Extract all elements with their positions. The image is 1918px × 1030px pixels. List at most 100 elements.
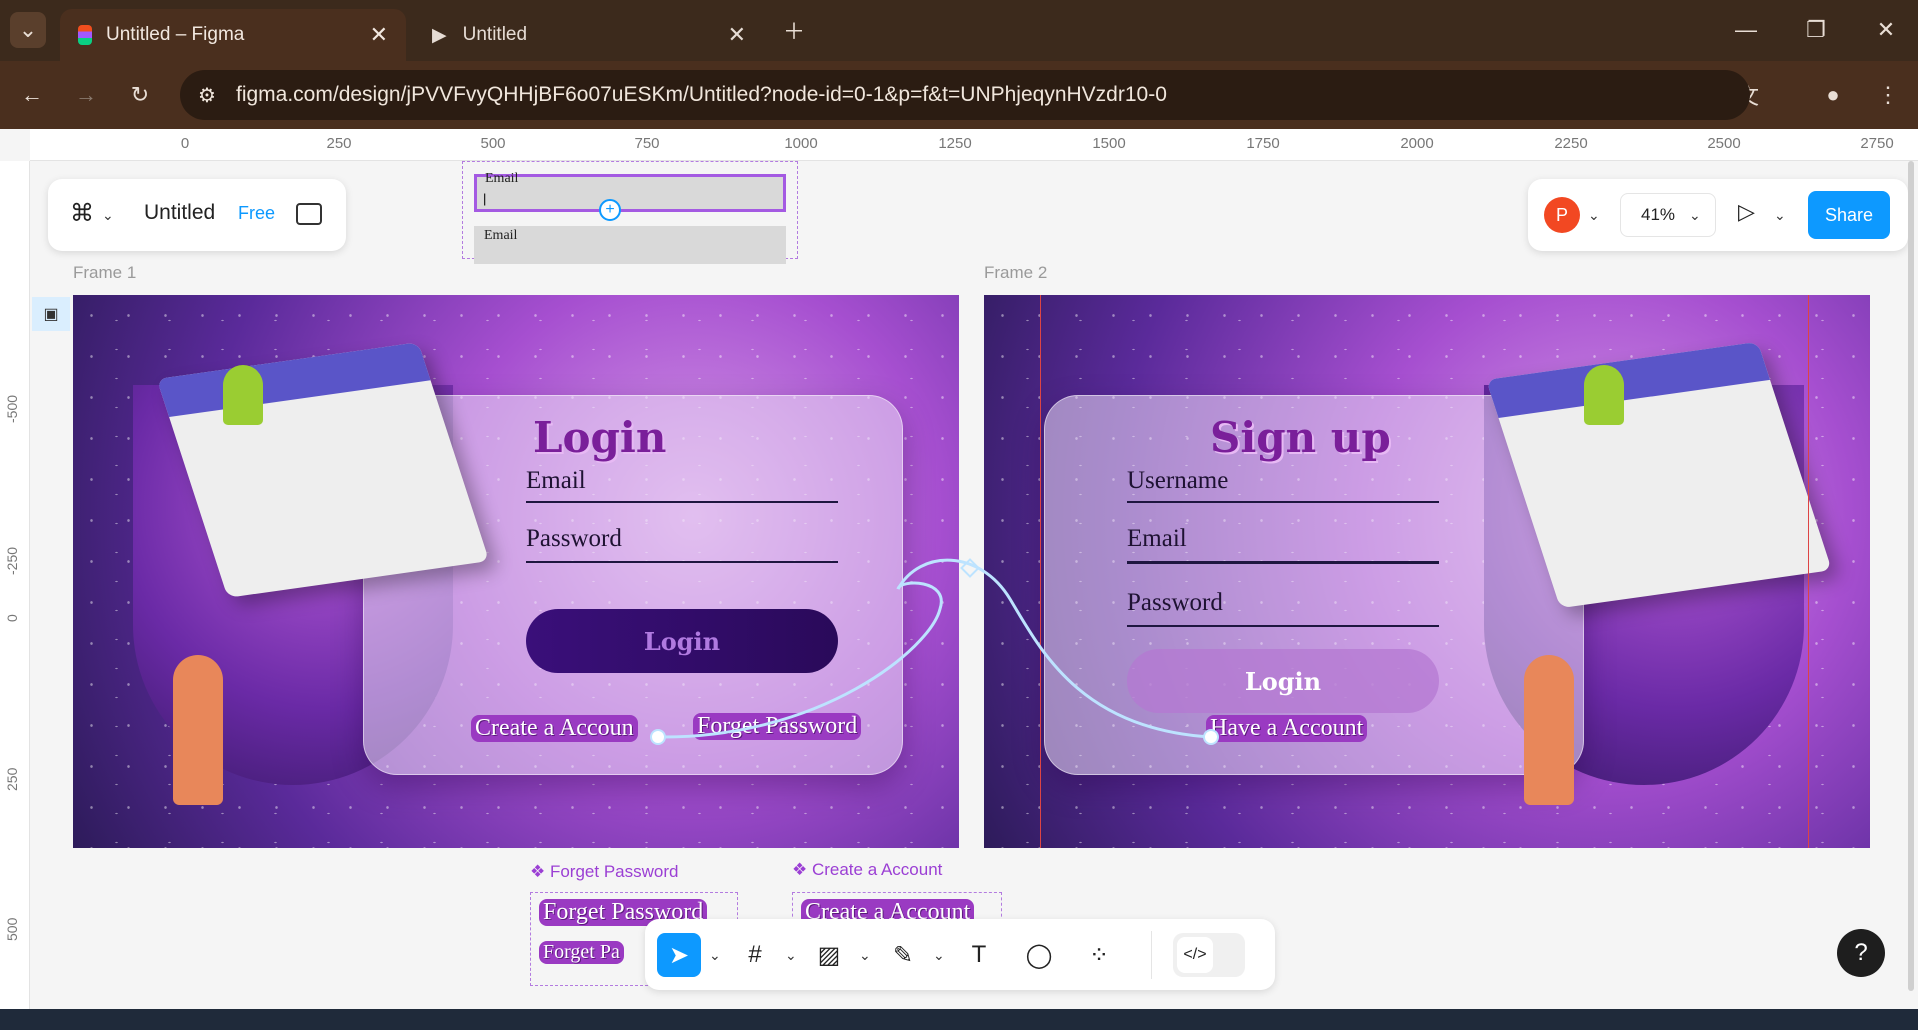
- ruler-tick: 1000: [784, 135, 818, 152]
- close-icon[interactable]: ✕: [728, 22, 746, 48]
- zoom-value: 41%: [1641, 205, 1676, 224]
- zoom-dropdown[interactable]: 41% ⌄: [1620, 193, 1716, 237]
- restore-icon[interactable]: ❐: [1798, 12, 1834, 48]
- ruler-tick: -250: [4, 546, 20, 575]
- window-close-icon[interactable]: ✕: [1868, 12, 1904, 48]
- frame-1-login[interactable]: Login Email Password Login Create a Acco…: [73, 295, 959, 848]
- chevron-down-icon[interactable]: ⌄: [1588, 207, 1600, 224]
- avatar[interactable]: P: [1544, 197, 1580, 233]
- text-cursor: |: [483, 191, 487, 206]
- comment-tool-icon[interactable]: ◯: [1017, 933, 1061, 977]
- password-underline[interactable]: [1127, 625, 1439, 627]
- login-button[interactable]: Login: [526, 609, 838, 673]
- close-icon[interactable]: ✕: [370, 22, 388, 48]
- tab-title: Untitled – Figma: [106, 24, 245, 45]
- pen-tool-icon[interactable]: ✎: [881, 933, 925, 977]
- tab-search-icon[interactable]: ⌄: [10, 12, 46, 48]
- email-input-selected[interactable]: Email | +: [474, 171, 786, 221]
- chevron-down-icon[interactable]: ⌄: [1774, 207, 1786, 224]
- sidebar-toggle-icon[interactable]: [296, 203, 322, 225]
- connection-diamond[interactable]: [960, 558, 980, 578]
- mini-label: Email: [484, 228, 518, 243]
- code-icon: </>: [1177, 937, 1213, 973]
- email-underline[interactable]: [526, 501, 838, 503]
- chevron-down-icon[interactable]: ⌄: [709, 947, 721, 964]
- person-illustration: [173, 655, 223, 805]
- frame-tool-icon[interactable]: #: [733, 933, 777, 977]
- site-settings-icon[interactable]: ⚙: [198, 83, 216, 108]
- frame-label[interactable]: Frame 2: [984, 263, 1047, 283]
- login-title: Login: [533, 413, 667, 462]
- create-account-link[interactable]: Create a Accoun: [471, 715, 638, 742]
- tools-toolbar: ➤ ⌄ # ⌄ ▨ ⌄ ✎ ⌄ T ◯ ⁘ </>: [645, 919, 1275, 990]
- username-underline[interactable]: [1127, 501, 1439, 503]
- forward-icon[interactable]: →: [68, 77, 104, 113]
- move-tool-icon[interactable]: ➤: [657, 933, 701, 977]
- guide-line: [1040, 295, 1041, 848]
- chevron-down-icon[interactable]: ⌄: [933, 947, 945, 964]
- components-tool-icon[interactable]: ⁘: [1077, 933, 1121, 977]
- url-text: figma.com/design/jPVVFvyQHHjBF6o07uESKm/…: [236, 83, 1167, 106]
- component-label[interactable]: ❖ Forget Password: [530, 862, 678, 882]
- chevron-down-icon[interactable]: ⌄: [785, 947, 797, 964]
- file-name[interactable]: Untitled: [144, 201, 215, 225]
- address-bar[interactable]: ⚙ figma.com/design/jPVVFvyQHHjBF6o07uESK…: [180, 70, 1750, 120]
- ruler-tick: 2500: [1707, 135, 1741, 152]
- component-text: Forget Pa: [539, 941, 624, 964]
- text-tool-icon[interactable]: T: [957, 933, 1001, 977]
- menu-dots-icon[interactable]: ⋮: [1870, 77, 1906, 113]
- email-input[interactable]: Email: [474, 226, 786, 264]
- browser-tab-bar: ⌄ Untitled – Figma ✕ ▶ Untitled ✕ ＋ — ❐ …: [0, 0, 1918, 61]
- ruler-tick: 0: [180, 135, 190, 152]
- back-icon[interactable]: ←: [14, 77, 50, 113]
- username-label: Username: [1127, 467, 1229, 494]
- tab-untitled[interactable]: ▶ Untitled ✕: [414, 9, 764, 61]
- add-connection-icon[interactable]: +: [599, 199, 621, 221]
- ruler-tick: 1500: [1092, 135, 1126, 152]
- password-label: Password: [526, 525, 622, 552]
- new-tab-icon[interactable]: ＋: [776, 12, 812, 48]
- ruler-tick: 2250: [1554, 135, 1588, 152]
- frame-indicator-icon[interactable]: ▣: [32, 297, 70, 331]
- email-label: Email: [526, 467, 586, 494]
- guide-line: [1808, 295, 1809, 848]
- share-button[interactable]: Share: [1808, 191, 1890, 239]
- tab-title: Untitled: [462, 24, 528, 45]
- minimize-icon[interactable]: —: [1728, 12, 1764, 48]
- login-button[interactable]: Login: [1127, 649, 1439, 713]
- password-underline[interactable]: [526, 561, 838, 563]
- person-illustration: [223, 365, 263, 425]
- image-tool-icon[interactable]: ▨: [807, 933, 851, 977]
- reload-icon[interactable]: ↻: [122, 77, 158, 113]
- forget-password-link[interactable]: Forget Password: [693, 713, 862, 740]
- dev-mode-toggle[interactable]: </>: [1173, 933, 1245, 977]
- ruler-tick: 500: [480, 135, 506, 152]
- ruler-tick: 250: [4, 767, 20, 791]
- ruler-tick: 750: [634, 135, 660, 152]
- profile-icon[interactable]: ●: [1815, 77, 1851, 113]
- create-account-component[interactable]: Create a Account: [792, 892, 1002, 922]
- have-account-link[interactable]: Have a Account: [1206, 715, 1368, 742]
- os-taskbar: [0, 1009, 1918, 1030]
- frame-label[interactable]: Frame 1: [73, 263, 136, 283]
- vertical-scrollbar[interactable]: [1908, 161, 1914, 991]
- chevron-down-icon[interactable]: ⌄: [859, 947, 871, 964]
- ruler-tick: -500: [4, 394, 20, 423]
- component-label[interactable]: ❖ Create a Account: [792, 860, 942, 880]
- ruler-tick: 1750: [1246, 135, 1280, 152]
- present-play-icon[interactable]: ▷: [1738, 199, 1755, 225]
- person-illustration: [1584, 365, 1624, 425]
- figma-menu-icon[interactable]: ⌘: [70, 199, 94, 228]
- email-label: Email: [1127, 525, 1187, 552]
- play-icon: ▶: [432, 24, 447, 46]
- help-button[interactable]: ?: [1837, 929, 1885, 977]
- figma-canvas[interactable]: 0 250 500 750 1000 1250 1500 1750 2000 2…: [0, 129, 1918, 1009]
- chevron-down-icon[interactable]: ⌄: [102, 207, 114, 224]
- plan-badge[interactable]: Free: [238, 203, 275, 224]
- frame-2-signup[interactable]: Sign up Username Email Password Login Ha…: [984, 295, 1870, 848]
- mini-label: Email: [485, 171, 519, 186]
- ruler-top: 0 250 500 750 1000 1250 1500 1750 2000 2…: [30, 129, 1918, 161]
- email-underline[interactable]: [1127, 561, 1439, 564]
- person-illustration: [1524, 655, 1574, 805]
- tab-figma[interactable]: Untitled – Figma ✕: [60, 9, 406, 61]
